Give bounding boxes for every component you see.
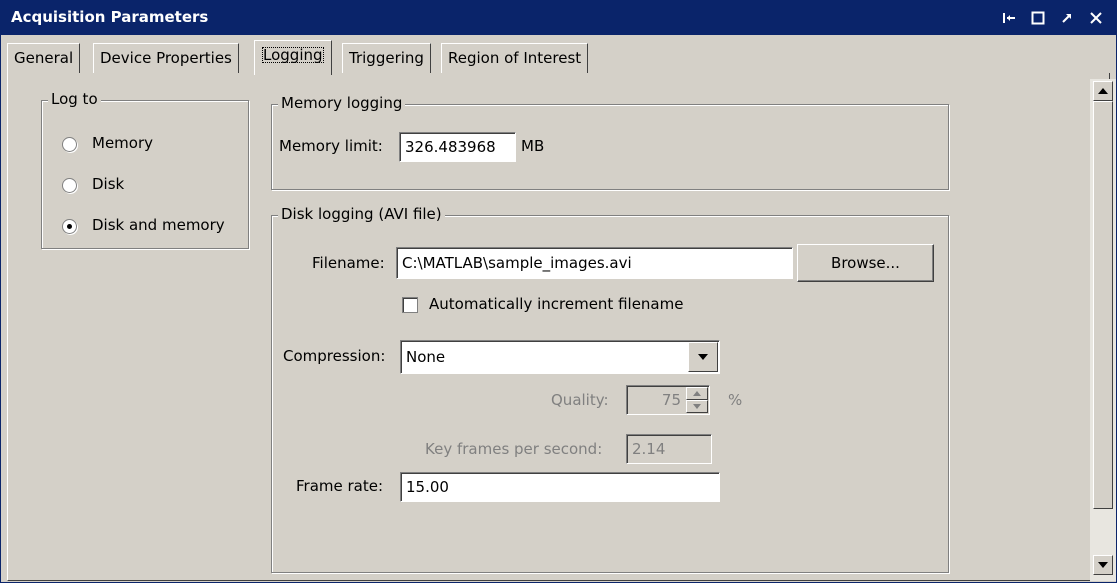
- close-icon[interactable]: [1085, 7, 1107, 29]
- framerate-label: Frame rate:: [296, 477, 384, 495]
- compression-select[interactable]: None: [400, 340, 720, 374]
- quality-value: 75: [661, 391, 681, 409]
- tab-triggering[interactable]: Triggering: [342, 43, 431, 73]
- disk-logging-group: Disk logging (AVI file) Filename: C:\MAT…: [271, 205, 949, 573]
- chevron-down-icon[interactable]: [688, 342, 718, 372]
- log-to-legend: Log to: [48, 90, 101, 108]
- disk-logging-legend: Disk logging (AVI file): [278, 205, 445, 223]
- maximize-icon[interactable]: [1027, 7, 1049, 29]
- radio-disk-and-memory-label: Disk and memory: [92, 216, 225, 234]
- radio-memory-label: Memory: [92, 134, 154, 152]
- window-title: Acquisition Parameters: [11, 8, 209, 26]
- dock-icon[interactable]: [998, 7, 1020, 29]
- keyframes-input: 2.14: [626, 434, 712, 464]
- auto-increment-label: Automatically increment filename: [429, 295, 684, 313]
- auto-increment-checkbox[interactable]: [402, 297, 418, 313]
- browse-button[interactable]: Browse...: [797, 244, 934, 282]
- spinner-up-icon: [686, 387, 708, 400]
- memory-logging-group: Memory logging Memory limit: 326.483968 …: [271, 94, 949, 190]
- title-bar: Acquisition Parameters: [1, 1, 1116, 35]
- quality-unit: %: [728, 391, 743, 409]
- undock-icon[interactable]: [1056, 7, 1078, 29]
- memory-limit-label: Memory limit:: [279, 137, 383, 155]
- acquisition-parameters-window: Acquisition Parameters General Device Pr…: [0, 0, 1117, 583]
- compression-value: None: [406, 348, 446, 366]
- tab-strip: General Device Properties Logging Trigge…: [1, 35, 1116, 75]
- memory-logging-legend: Memory logging: [278, 94, 406, 112]
- tab-device-properties[interactable]: Device Properties: [93, 43, 239, 73]
- logging-panel: Log to Memory Disk Disk and memory Memor…: [7, 73, 1110, 581]
- radio-disk-label: Disk: [92, 175, 125, 193]
- filename-label: Filename:: [312, 254, 385, 272]
- scroll-down-icon[interactable]: [1093, 555, 1113, 575]
- tab-logging[interactable]: Logging: [254, 40, 332, 75]
- radio-memory[interactable]: [62, 137, 77, 152]
- scroll-up-icon[interactable]: [1093, 81, 1113, 101]
- log-to-group: Log to Memory Disk Disk and memory: [41, 90, 249, 249]
- memory-limit-unit: MB: [521, 137, 545, 155]
- spinner-down-icon: [686, 400, 708, 413]
- scroll-thumb[interactable]: [1093, 101, 1113, 509]
- tab-region-of-interest[interactable]: Region of Interest: [441, 43, 589, 73]
- quality-label: Quality:: [551, 391, 609, 409]
- compression-label: Compression:: [283, 347, 386, 365]
- memory-limit-input[interactable]: 326.483968: [399, 132, 516, 162]
- keyframes-label: Key frames per second:: [425, 440, 603, 458]
- framerate-input[interactable]: 15.00: [400, 472, 720, 502]
- radio-disk-and-memory[interactable]: [62, 219, 77, 234]
- tab-general[interactable]: General: [7, 43, 81, 73]
- vertical-scrollbar[interactable]: [1090, 79, 1116, 581]
- quality-input: 75: [626, 385, 710, 415]
- radio-disk[interactable]: [62, 178, 77, 193]
- filename-input[interactable]: C:\MATLAB\sample_images.avi: [396, 247, 793, 279]
